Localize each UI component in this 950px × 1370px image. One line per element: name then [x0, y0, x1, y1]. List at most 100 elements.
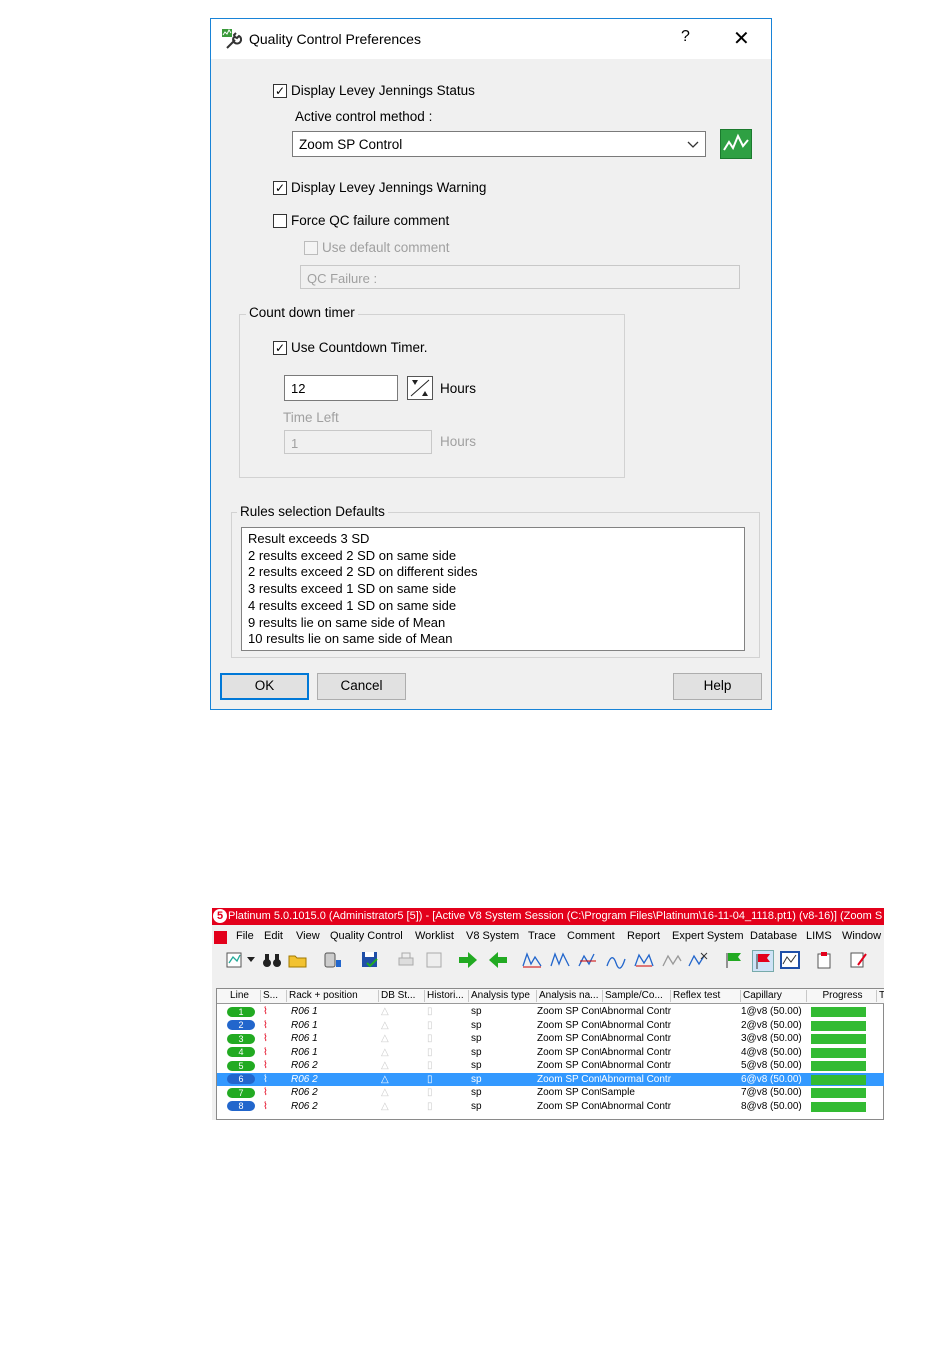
database-icon[interactable] — [322, 950, 342, 970]
edit-report-icon[interactable] — [848, 950, 868, 970]
col-t[interactable]: T — [877, 990, 884, 1002]
rule-item[interactable]: Result exceeds 3 SD — [248, 531, 738, 548]
db-status-triangle-icon: △ — [381, 1046, 389, 1058]
rule-item[interactable]: 3 results exceed 1 SD on same side — [248, 581, 738, 598]
col-reflex-test[interactable]: Reflex test — [671, 990, 741, 1002]
menu-file[interactable]: File — [236, 930, 254, 942]
rule-item[interactable]: 2 results exceed 2 SD on same side — [248, 548, 738, 565]
trace-icon-1[interactable] — [522, 950, 542, 970]
cancel-button[interactable]: Cancel — [317, 673, 406, 700]
rule-item[interactable]: 4 results exceed 1 SD on same side — [248, 598, 738, 615]
use-default-comment-checkbox[interactable] — [304, 241, 318, 255]
menu-trace[interactable]: Trace — [528, 930, 556, 942]
qc-failure-comment-field[interactable]: QC Failure : — [300, 265, 740, 289]
trace-icon-4[interactable] — [606, 950, 626, 970]
print-preview-icon[interactable] — [424, 950, 444, 970]
rules-list[interactable]: Result exceeds 3 SD 2 results exceed 2 S… — [241, 527, 745, 651]
table-row[interactable]: 8 ⌇ R06 2 △ ▯ sp Zoom SP Contr Abnormal Contr 8@… — [217, 1100, 884, 1114]
menu-report[interactable]: Report — [627, 930, 660, 942]
app-titlebar[interactable]: 5 Platinum 5.0.1015.0 (Administrator5 [5… — [212, 908, 884, 925]
analysis-type-cell: sp — [471, 1046, 482, 1058]
arrow-left-icon[interactable] — [488, 950, 508, 970]
rack-position-cell: R06 1 — [291, 1019, 318, 1031]
line-number-pill: 8 — [227, 1101, 255, 1111]
col-history[interactable]: Histori... — [425, 990, 469, 1002]
rule-item[interactable]: 9 results lie on same side of Mean — [248, 615, 738, 632]
force-qc-failure-comment-checkbox[interactable] — [273, 214, 287, 228]
table-row[interactable]: 1 ⌇ R06 1 △ ▯ sp Zoom SP Contr Abnormal Contr 1@… — [217, 1005, 884, 1019]
flag-green-icon[interactable] — [724, 950, 744, 970]
analysis-type-cell: sp — [471, 1006, 482, 1017]
sample-control-cell: Abnormal Contr — [601, 1033, 671, 1044]
display-lj-warning-checkbox[interactable]: ✓ — [273, 181, 287, 195]
menu-comment[interactable]: Comment — [567, 930, 615, 942]
history-cylinder-icon: ▯ — [427, 1060, 433, 1071]
status-trace-icon: ⌇ — [263, 1087, 268, 1098]
active-control-method-select[interactable]: Zoom SP Control — [292, 131, 706, 157]
table-row[interactable]: 7 ⌇ R06 2 △ ▯ sp Zoom SP Contr Sample 7@v8 (50.0… — [217, 1086, 884, 1100]
rule-item[interactable]: 10 results lie on same side of Mean — [248, 631, 738, 648]
rack-position-cell: R06 2 — [291, 1073, 318, 1085]
clipboard-icon[interactable] — [814, 950, 834, 970]
ok-button[interactable]: OK — [220, 673, 309, 700]
trace-icon-7[interactable] — [688, 950, 708, 970]
col-capillary[interactable]: Capillary — [741, 990, 807, 1002]
analysis-type-cell: sp — [471, 1033, 482, 1044]
col-status[interactable]: S... — [261, 990, 287, 1002]
flag-red-icon[interactable] — [752, 950, 774, 972]
col-db-status[interactable]: DB St... — [379, 990, 425, 1002]
save-icon[interactable] — [360, 950, 380, 970]
menu-window[interactable]: Window — [842, 930, 881, 942]
chart-window-icon[interactable] — [780, 950, 800, 970]
col-sample-control[interactable]: Sample/Co... — [603, 990, 671, 1002]
status-trace-icon: ⌇ — [263, 1046, 268, 1058]
table-row[interactable]: 6 ⌇ R06 2 △ ▯ sp Zoom SP Contr Abnormal Contr 6@… — [217, 1072, 884, 1086]
open-folder-icon[interactable] — [288, 950, 308, 970]
capillary-cell: 5@v8 (50.00) — [741, 1060, 802, 1071]
menu-database[interactable]: Database — [750, 930, 797, 942]
dialog-titlebar[interactable]: Quality Control Preferences ? ✕ — [211, 19, 771, 59]
arrow-right-icon[interactable] — [458, 950, 478, 970]
dropdown-arrow-icon[interactable] — [246, 950, 256, 970]
rule-item[interactable]: 2 results exceed 2 SD on different sides — [248, 564, 738, 581]
close-icon[interactable]: ✕ — [733, 26, 750, 51]
db-status-triangle-icon: △ — [381, 1033, 389, 1044]
trace-icon-3[interactable] — [578, 950, 598, 970]
hours-spin-button[interactable] — [407, 376, 433, 400]
platinum-logo: 5 — [213, 909, 227, 923]
app-menu-icon[interactable] — [214, 931, 227, 944]
trace-icon-6[interactable] — [662, 950, 682, 970]
col-analysis-name[interactable]: Analysis na... — [537, 990, 603, 1002]
menu-lims[interactable]: LIMS — [806, 930, 832, 942]
menu-view[interactable]: View — [296, 930, 320, 942]
countdown-timer-group-title: Count down timer — [246, 305, 358, 320]
table-row[interactable]: 3 ⌇ R06 1 △ ▯ sp Zoom SP Contr Abnormal Contr 3@… — [217, 1032, 884, 1046]
new-chart-icon[interactable] — [224, 950, 244, 970]
menu-edit[interactable]: Edit — [264, 930, 283, 942]
col-rack-position[interactable]: Rack + position — [287, 990, 379, 1002]
col-progress[interactable]: Progress — [807, 990, 877, 1002]
menu-v8-system[interactable]: V8 System — [466, 930, 519, 942]
progress-bar — [811, 1047, 866, 1058]
use-countdown-timer-checkbox[interactable]: ✓ — [273, 341, 287, 355]
display-lj-status-checkbox[interactable]: ✓ — [273, 84, 287, 98]
trace-icon-2[interactable] — [550, 950, 570, 970]
hours-input[interactable]: 12 — [284, 375, 398, 401]
lj-chart-button[interactable] — [720, 129, 752, 159]
app-title: Platinum 5.0.1015.0 (Administrator5 [5])… — [228, 910, 883, 922]
binoculars-icon[interactable] — [262, 950, 282, 970]
menu-quality-control[interactable]: Quality Control — [330, 930, 403, 942]
col-line[interactable]: Line — [217, 990, 261, 1002]
print-icon[interactable] — [396, 950, 416, 970]
table-row[interactable]: 5 ⌇ R06 2 △ ▯ sp Zoom SP Contr Abnormal Contr 5@… — [217, 1059, 884, 1073]
trace-icon-5[interactable] — [634, 950, 654, 970]
table-row[interactable]: 4 ⌇ R06 1 △ ▯ sp Zoom SP Contr Abnormal Contr 4@… — [217, 1046, 884, 1060]
table-row[interactable]: 2 ⌇ R06 1 △ ▯ sp Zoom SP Contr Abnormal Contr 2@… — [217, 1019, 884, 1033]
analysis-type-cell: sp — [471, 1100, 482, 1112]
help-button[interactable]: Help — [673, 673, 762, 700]
menu-expert-system[interactable]: Expert System — [672, 930, 744, 942]
menu-worklist[interactable]: Worklist — [415, 930, 454, 942]
progress-bar — [811, 1061, 866, 1071]
col-analysis-type[interactable]: Analysis type — [469, 990, 537, 1002]
help-question-icon[interactable]: ? — [681, 28, 690, 46]
